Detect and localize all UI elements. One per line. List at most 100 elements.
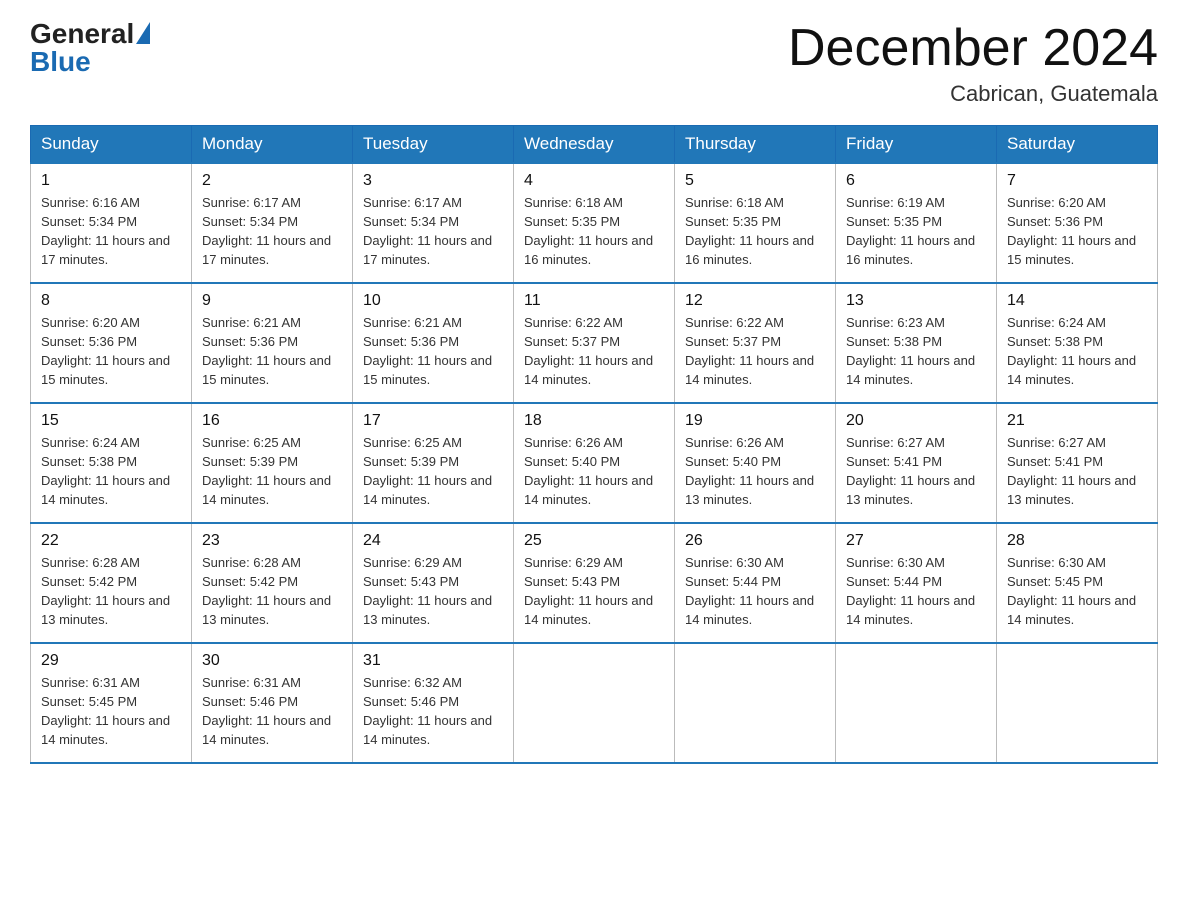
calendar-cell: 17 Sunrise: 6:25 AMSunset: 5:39 PMDayligh…	[353, 403, 514, 523]
day-info: Sunrise: 6:32 AMSunset: 5:46 PMDaylight:…	[363, 674, 503, 749]
logo-general: General	[30, 20, 134, 48]
day-info: Sunrise: 6:29 AMSunset: 5:43 PMDaylight:…	[363, 554, 503, 629]
day-number: 14	[1007, 292, 1147, 310]
day-number: 6	[846, 172, 986, 190]
calendar-cell: 27Sunrise: 6:30 AMSunset: 5:44 PMDayligh…	[836, 523, 997, 643]
calendar-cell: 6 Sunrise: 6:19 AMSunset: 5:35 PMDaylight…	[836, 163, 997, 283]
calendar-cell: 18Sunrise: 6:26 AMSunset: 5:40 PMDayligh…	[514, 403, 675, 523]
header-cell-thursday: Thursday	[675, 126, 836, 164]
header-cell-wednesday: Wednesday	[514, 126, 675, 164]
day-info: Sunrise: 6:28 AMSunset: 5:42 PMDaylight:…	[202, 554, 342, 629]
day-info: Sunrise: 6:25 AMSunset: 5:39 PMDaylight:…	[202, 434, 342, 509]
calendar-cell: 7Sunrise: 6:20 AMSunset: 5:36 PMDaylight…	[997, 163, 1158, 283]
calendar-week-2: 8 Sunrise: 6:20 AMSunset: 5:36 PMDaylight…	[31, 283, 1158, 403]
day-info: Sunrise: 6:17 AMSunset: 5:34 PMDaylight:…	[363, 194, 503, 269]
day-number: 18	[524, 412, 664, 430]
calendar-cell: 15 Sunrise: 6:24 AMSunset: 5:38 PMDayligh…	[31, 403, 192, 523]
page-header: General Blue December 2024 Cabrican, Gua…	[30, 20, 1158, 107]
day-number: 19	[685, 412, 825, 430]
day-info: Sunrise: 6:18 AMSunset: 5:35 PMDaylight:…	[685, 194, 825, 269]
day-info: Sunrise: 6:19 AMSunset: 5:35 PMDaylight:…	[846, 194, 986, 269]
calendar-cell: 25Sunrise: 6:29 AMSunset: 5:43 PMDayligh…	[514, 523, 675, 643]
day-info: Sunrise: 6:26 AMSunset: 5:40 PMDaylight:…	[685, 434, 825, 509]
day-info: Sunrise: 6:16 AMSunset: 5:34 PMDaylight:…	[41, 194, 181, 269]
day-number: 1	[41, 172, 181, 190]
calendar-cell: 9 Sunrise: 6:21 AMSunset: 5:36 PMDaylight…	[192, 283, 353, 403]
calendar-cell: 12 Sunrise: 6:22 AMSunset: 5:37 PMDayligh…	[675, 283, 836, 403]
calendar-cell: 10 Sunrise: 6:21 AMSunset: 5:36 PMDayligh…	[353, 283, 514, 403]
calendar-week-4: 22Sunrise: 6:28 AMSunset: 5:42 PMDayligh…	[31, 523, 1158, 643]
calendar-cell: 19 Sunrise: 6:26 AMSunset: 5:40 PMDayligh…	[675, 403, 836, 523]
calendar-cell: 29Sunrise: 6:31 AMSunset: 5:45 PMDayligh…	[31, 643, 192, 763]
day-info: Sunrise: 6:18 AMSunset: 5:35 PMDaylight:…	[524, 194, 664, 269]
calendar-cell: 4 Sunrise: 6:18 AMSunset: 5:35 PMDaylight…	[514, 163, 675, 283]
day-info: Sunrise: 6:30 AMSunset: 5:45 PMDaylight:…	[1007, 554, 1147, 629]
calendar-cell: 26 Sunrise: 6:30 AMSunset: 5:44 PMDayligh…	[675, 523, 836, 643]
day-number: 8	[41, 292, 181, 310]
calendar-cell: 24 Sunrise: 6:29 AMSunset: 5:43 PMDayligh…	[353, 523, 514, 643]
day-info: Sunrise: 6:21 AMSunset: 5:36 PMDaylight:…	[202, 314, 342, 389]
calendar-cell: 16 Sunrise: 6:25 AMSunset: 5:39 PMDayligh…	[192, 403, 353, 523]
calendar-cell: 20Sunrise: 6:27 AMSunset: 5:41 PMDayligh…	[836, 403, 997, 523]
location: Cabrican, Guatemala	[788, 81, 1158, 107]
day-number: 17	[363, 412, 503, 430]
day-number: 30	[202, 652, 342, 670]
day-info: Sunrise: 6:30 AMSunset: 5:44 PMDaylight:…	[685, 554, 825, 629]
day-number: 7	[1007, 172, 1147, 190]
calendar-cell	[675, 643, 836, 763]
logo-blue: Blue	[30, 48, 91, 76]
calendar-cell: 28 Sunrise: 6:30 AMSunset: 5:45 PMDayligh…	[997, 523, 1158, 643]
day-info: Sunrise: 6:24 AMSunset: 5:38 PMDaylight:…	[41, 434, 181, 509]
day-number: 10	[363, 292, 503, 310]
day-number: 27	[846, 532, 986, 550]
calendar-cell: 3 Sunrise: 6:17 AMSunset: 5:34 PMDaylight…	[353, 163, 514, 283]
day-number: 9	[202, 292, 342, 310]
calendar-cell: 31Sunrise: 6:32 AMSunset: 5:46 PMDayligh…	[353, 643, 514, 763]
day-info: Sunrise: 6:27 AMSunset: 5:41 PMDaylight:…	[846, 434, 986, 509]
header-row: SundayMondayTuesdayWednesdayThursdayFrid…	[31, 126, 1158, 164]
day-number: 21	[1007, 412, 1147, 430]
day-info: Sunrise: 6:29 AMSunset: 5:43 PMDaylight:…	[524, 554, 664, 629]
day-info: Sunrise: 6:24 AMSunset: 5:38 PMDaylight:…	[1007, 314, 1147, 389]
calendar-header: SundayMondayTuesdayWednesdayThursdayFrid…	[31, 126, 1158, 164]
day-number: 24	[363, 532, 503, 550]
calendar-cell: 11 Sunrise: 6:22 AMSunset: 5:37 PMDayligh…	[514, 283, 675, 403]
day-number: 12	[685, 292, 825, 310]
day-number: 28	[1007, 532, 1147, 550]
day-info: Sunrise: 6:20 AMSunset: 5:36 PMDaylight:…	[41, 314, 181, 389]
day-info: Sunrise: 6:22 AMSunset: 5:37 PMDaylight:…	[685, 314, 825, 389]
calendar-cell: 23Sunrise: 6:28 AMSunset: 5:42 PMDayligh…	[192, 523, 353, 643]
day-number: 11	[524, 292, 664, 310]
calendar-cell: 8 Sunrise: 6:20 AMSunset: 5:36 PMDaylight…	[31, 283, 192, 403]
day-number: 16	[202, 412, 342, 430]
calendar-cell	[514, 643, 675, 763]
day-info: Sunrise: 6:27 AMSunset: 5:41 PMDaylight:…	[1007, 434, 1147, 509]
logo: General Blue	[30, 20, 150, 76]
day-number: 3	[363, 172, 503, 190]
calendar-cell: 2Sunrise: 6:17 AMSunset: 5:34 PMDaylight…	[192, 163, 353, 283]
title-block: December 2024 Cabrican, Guatemala	[788, 20, 1158, 107]
day-info: Sunrise: 6:31 AMSunset: 5:46 PMDaylight:…	[202, 674, 342, 749]
header-cell-sunday: Sunday	[31, 126, 192, 164]
logo-arrow-icon	[136, 22, 150, 44]
month-title: December 2024	[788, 20, 1158, 77]
day-info: Sunrise: 6:28 AMSunset: 5:42 PMDaylight:…	[41, 554, 181, 629]
header-cell-tuesday: Tuesday	[353, 126, 514, 164]
day-info: Sunrise: 6:22 AMSunset: 5:37 PMDaylight:…	[524, 314, 664, 389]
calendar-week-5: 29Sunrise: 6:31 AMSunset: 5:45 PMDayligh…	[31, 643, 1158, 763]
day-info: Sunrise: 6:17 AMSunset: 5:34 PMDaylight:…	[202, 194, 342, 269]
calendar-cell	[997, 643, 1158, 763]
calendar-cell: 30 Sunrise: 6:31 AMSunset: 5:46 PMDayligh…	[192, 643, 353, 763]
day-info: Sunrise: 6:25 AMSunset: 5:39 PMDaylight:…	[363, 434, 503, 509]
calendar-table: SundayMondayTuesdayWednesdayThursdayFrid…	[30, 125, 1158, 764]
calendar-cell: 5 Sunrise: 6:18 AMSunset: 5:35 PMDaylight…	[675, 163, 836, 283]
day-number: 4	[524, 172, 664, 190]
calendar-cell: 14 Sunrise: 6:24 AMSunset: 5:38 PMDayligh…	[997, 283, 1158, 403]
header-cell-saturday: Saturday	[997, 126, 1158, 164]
calendar-week-1: 1 Sunrise: 6:16 AMSunset: 5:34 PMDaylight…	[31, 163, 1158, 283]
day-number: 15	[41, 412, 181, 430]
day-number: 5	[685, 172, 825, 190]
day-info: Sunrise: 6:31 AMSunset: 5:45 PMDaylight:…	[41, 674, 181, 749]
day-number: 26	[685, 532, 825, 550]
day-info: Sunrise: 6:21 AMSunset: 5:36 PMDaylight:…	[363, 314, 503, 389]
